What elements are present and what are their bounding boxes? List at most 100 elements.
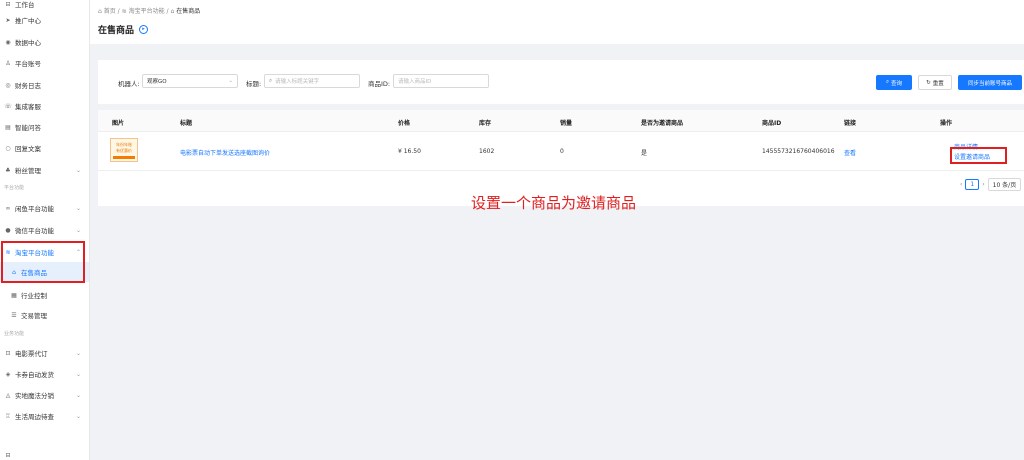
sidebar-item-label: 智能问答 [15,124,41,132]
refresh-icon: ↻ [926,79,931,86]
taobao-icon: ≋ [121,8,127,15]
annotation-text: 设置一个商品为邀请商品 [471,194,637,212]
sidebar-item-label: 集成客服 [15,103,41,111]
row-divider [98,170,1024,171]
sidebar-item-qa[interactable]: ▤ 智能问答 [0,117,89,137]
column-header: 商品ID [762,120,782,127]
column-header: 图片 [112,120,125,127]
breadcrumb-parent[interactable]: 淘宝平台功能 [129,8,165,15]
page-size-select[interactable]: 10 条/页 [987,178,1022,191]
view-link[interactable]: 查看 [844,148,856,157]
sync-button-label: 同步当前账号商品 [967,80,1012,87]
sidebar-item-reply[interactable]: ○ 回复文案 [0,138,89,158]
chevron-down-icon: ⌄ [75,204,81,212]
sidebar-item-xianyu[interactable]: ∞ 闲鱼平台功能 ⌄ [0,198,89,218]
chevron-down-icon: ⌄ [75,349,81,357]
sidebar-item-label: 行业控制 [21,292,47,300]
next-page-button[interactable]: › [982,181,984,188]
pagination: ‹ 1 › 10 条/页 [960,178,1022,191]
breadcrumb-separator: / [117,8,120,15]
fans-icon: ♣ [5,166,11,174]
title-search-placeholder: 请输入标题关键字 [275,79,320,85]
prev-page-button[interactable]: ‹ [960,181,962,188]
column-header: 库存 [479,120,492,127]
sidebar-item-industry[interactable]: ▦ 行业控制 [0,285,89,305]
product-id: 1455573216760406016 [762,148,835,155]
search-icon: ⌕ [885,79,890,85]
sidebar-item-trade[interactable]: ☰ 交易管理 [0,305,89,325]
ticket-icon: ⊡ [5,349,11,357]
search-icon: ⌕ [269,77,273,84]
sidebar-item-label: 回复文案 [15,145,41,153]
product-id-label: 商品ID: [368,80,391,88]
column-header: 标题 [180,120,193,127]
product-invite-status: 是 [641,150,648,157]
sidebar-item-label: 实地魔法分销 [15,392,54,400]
section-label-platform: 平台功能 [4,185,25,191]
sidebar-item-label: 生活周边待查 [15,413,54,421]
life-icon: ♖ [5,412,11,420]
title-search-input[interactable]: ⌕ 请输入标题关键字 [264,74,360,88]
product-id-input[interactable]: 请输入商品ID [393,74,489,88]
sidebar-item-fans[interactable]: ♣ 粉丝管理 ⌄ [0,160,89,180]
finance-icon: ◎ [5,81,11,89]
robot-select[interactable]: 观察GO ⌄ [142,74,238,88]
chevron-down-icon: ⌄ [75,391,81,399]
sidebar-item-finance[interactable]: ◎ 财务日志 [0,75,89,95]
sidebar-item-label: 微信平台功能 [15,227,54,235]
product-id-placeholder: 请输入商品ID [398,79,432,85]
sidebar-item-wechat[interactable]: ● 微信平台功能 ⌄ [0,220,89,240]
breadcrumb-separator: / [166,8,169,15]
sidebar-item-coupon[interactable]: ◈ 卡券自动发货 ⌄ [0,364,89,384]
query-button-label: 查询 [891,80,903,87]
sync-products-button[interactable]: 同步当前账号商品 [958,75,1022,90]
query-button[interactable]: ⌕ 查询 [876,75,912,90]
clock-icon: ○ [5,144,11,152]
section-label-business: 业务功能 [4,331,25,337]
column-header: 操作 [940,120,953,127]
sidebar: ⊟ 工作台 ➤ 推广中心 ◉ 数据中心 ♙ 平台账号 ◎ 财务日志 ☏ 集成客服 ▤ 智能问答… [0,0,90,460]
product-price: ¥ 16.50 [398,148,421,155]
page-number-button[interactable]: 1 [965,179,980,190]
column-header: 链接 [844,120,857,127]
home-icon: ⌂ [98,8,102,15]
chevron-down-icon: ⌄ [75,412,81,420]
megaphone-icon: ➤ [5,16,11,24]
sidebar-item-label: 交易管理 [21,312,47,320]
data-icon: ◉ [5,38,11,46]
sidebar-item-movie[interactable]: ⊡ 电影票代订 ⌄ [0,343,89,363]
play-circle-icon[interactable]: ▸ [139,25,149,34]
sidebar-collapse-button[interactable]: ⊟ [0,445,89,460]
column-header: 是否为邀请商品 [641,120,684,127]
sidebar-item-life[interactable]: ♖ 生活周边待查 ⌄ [0,406,89,426]
column-header: 销量 [560,120,573,127]
sidebar-item-label: 闲鱼平台功能 [15,205,54,213]
sidebar-item-label: 电影票代订 [15,350,48,358]
briefcase-icon: ⊟ [5,0,11,8]
robot-select-value: 观察GO [147,79,167,85]
chevron-down-icon: ⌄ [75,166,81,174]
sidebar-item-promotion[interactable]: ➤ 推广中心 [0,10,89,30]
sidebar-item-distribution[interactable]: ◬ 实地魔法分销 ⌄ [0,385,89,405]
reset-button[interactable]: ↻ 重置 [918,75,952,90]
grid-icon: ▦ [11,291,17,299]
title-label: 标题: [246,80,262,88]
product-stock: 1602 [479,148,495,155]
sidebar-item-label: 平台账号 [15,60,41,68]
product-title-link[interactable]: 电影票自动下单发送选座截图询价 [180,148,270,157]
product-sales: 0 [560,148,564,155]
wechat-icon: ● [5,226,11,234]
location-icon: ◬ [5,391,11,399]
bag-icon: ⌂ [170,8,175,15]
breadcrumb-home[interactable]: 首页 [104,8,116,15]
list-icon: ☰ [11,311,17,319]
sidebar-item-data[interactable]: ◉ 数据中心 [0,32,89,52]
sidebar-item-cs[interactable]: ☏ 集成客服 [0,96,89,116]
chevron-down-icon: ⌄ [75,370,81,378]
sidebar-item-label: 工作台 [15,1,35,9]
highlight-box-sidebar [1,241,85,283]
collapse-icon: ⊟ [5,451,11,459]
sidebar-item-account[interactable]: ♙ 平台账号 [0,53,89,73]
thumbnail-text: 有优惠价 [116,147,132,153]
customer-service-icon: ☏ [4,102,12,110]
